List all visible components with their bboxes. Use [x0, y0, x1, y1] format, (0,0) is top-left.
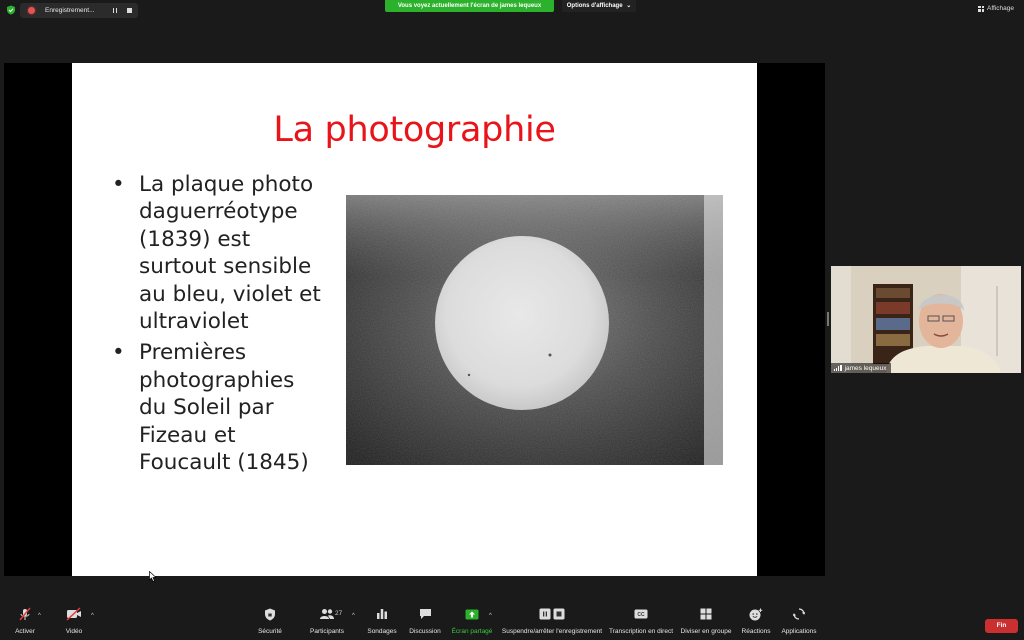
bullet-marker: •: [112, 340, 125, 366]
view-options-button[interactable]: Options d'affichage ⌄: [562, 0, 636, 12]
pause-stop-recording-button[interactable]: Suspendre/arrêter l'enregistrement: [500, 604, 604, 640]
chevron-down-icon: ⌄: [626, 3, 632, 9]
share-screen-button[interactable]: Écran partagé: [451, 604, 493, 640]
speaker-video-tile[interactable]: james lequeux: [831, 266, 1021, 373]
security-shield-icon[interactable]: [6, 5, 16, 15]
panel-resize-handle[interactable]: [827, 312, 829, 326]
reactions-label: Réactions: [741, 628, 771, 635]
live-transcript-button[interactable]: CC Transcription en direct: [607, 604, 675, 640]
view-options-label: Options d'affichage: [566, 3, 623, 9]
pause-recording-button[interactable]: [109, 5, 121, 16]
security-button[interactable]: Sécurité: [256, 604, 284, 640]
apps-label: Applications: [781, 628, 817, 635]
shared-screen: La photographie • La plaque photo daguer…: [4, 63, 825, 576]
chat-button[interactable]: Discussion: [408, 604, 442, 640]
pause-stop-recording-label: Suspendre/arrêter l'enregistrement: [501, 628, 603, 635]
slide-bullet: • La plaque photo daguerréotype (1839) e…: [112, 171, 352, 335]
meeting-toolbar: Activer ^ Vidéo ^ Sécurité Participants …: [0, 604, 1024, 640]
apps-icon: [793, 604, 805, 624]
polls-label: Sondages: [367, 628, 397, 635]
bar-chart-icon: [376, 604, 388, 624]
mouse-cursor-icon: [149, 571, 157, 582]
bullet-text: La plaque photo daguerréotype (1839) est…: [139, 172, 321, 335]
smiley-plus-icon: [749, 604, 763, 624]
slide-title: La photographie: [273, 110, 556, 150]
share-options-caret-icon[interactable]: ^: [489, 613, 492, 619]
recording-controls-icon: [539, 604, 565, 624]
participants-label: Participants: [310, 628, 344, 635]
speaker-video-feed: [831, 266, 1021, 373]
mute-button[interactable]: Activer: [8, 604, 42, 640]
video-off-icon: [66, 604, 82, 624]
video-options-caret-icon[interactable]: ^: [91, 613, 94, 619]
slide-bullet: • Premières photographies du Soleil par …: [112, 339, 352, 476]
recording-indicator: Enregistrement...: [20, 3, 138, 18]
view-button[interactable]: Affichage: [978, 5, 1014, 12]
participants-caret-icon[interactable]: ^: [352, 613, 355, 619]
audio-options-caret-icon[interactable]: ^: [38, 613, 41, 619]
video-button[interactable]: Vidéo: [62, 604, 86, 640]
breakout-rooms-label: Diviser en groupe: [680, 628, 732, 635]
end-meeting-button[interactable]: Fin: [985, 619, 1018, 633]
pause-icon: [112, 8, 118, 13]
reactions-button[interactable]: Réactions: [740, 604, 772, 640]
chat-label: Discussion: [409, 628, 441, 635]
video-label: Vidéo: [65, 628, 83, 635]
polls-button[interactable]: Sondages: [366, 604, 398, 640]
chat-bubble-icon: [419, 604, 432, 624]
breakout-rooms-button[interactable]: Diviser en groupe: [679, 604, 733, 640]
recording-dot-icon: [28, 7, 35, 14]
speaker-name-tag: james lequeux: [831, 363, 891, 373]
breakout-rooms-icon: [700, 604, 712, 624]
top-bar: Enregistrement... Vous voyez actuellemen…: [0, 0, 1024, 20]
stop-recording-button[interactable]: [123, 5, 135, 16]
share-screen-label: Écran partagé: [451, 628, 493, 635]
grid-view-icon: [978, 5, 984, 12]
participants-icon: [319, 604, 335, 624]
presentation-slide: La photographie • La plaque photo daguer…: [72, 63, 757, 576]
sun-daguerreotype-image: [346, 195, 723, 465]
mute-label: Activer: [15, 628, 35, 635]
signal-strength-icon: [834, 365, 842, 371]
view-label: Affichage: [987, 5, 1014, 12]
screen-share-banner: Vous voyez actuellement l'écran de james…: [385, 0, 554, 12]
security-label: Sécurité: [258, 628, 282, 635]
stop-icon: [126, 8, 132, 13]
shield-icon: [264, 604, 276, 624]
share-screen-icon: [465, 604, 479, 624]
closed-caption-icon: CC: [634, 604, 648, 624]
participants-count: 27: [335, 610, 343, 617]
microphone-muted-icon: [18, 604, 32, 624]
speaker-name: james lequeux: [844, 364, 887, 372]
slide-bullet-list: • La plaque photo daguerréotype (1839) e…: [112, 171, 352, 476]
recording-label: Enregistrement...: [45, 7, 95, 14]
apps-button[interactable]: Applications: [780, 604, 818, 640]
bullet-marker: •: [112, 172, 125, 197]
live-transcript-label: Transcription en direct: [608, 628, 674, 635]
cc-glyph: CC: [637, 612, 645, 618]
bullet-text: Premières photographies du Soleil par Fi…: [139, 340, 309, 476]
